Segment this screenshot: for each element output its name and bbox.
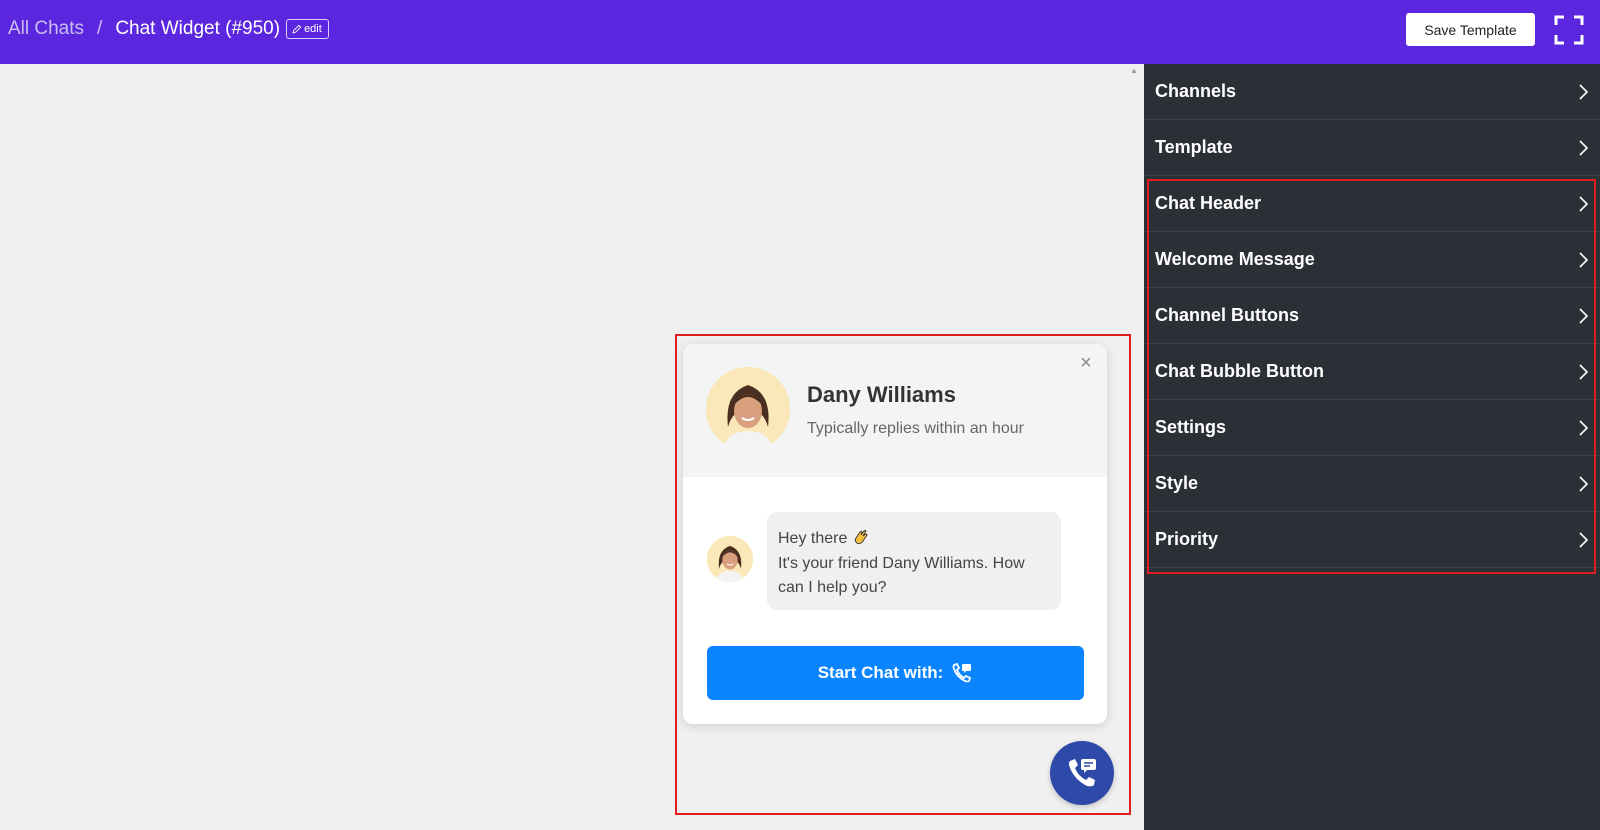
sidebar-item-label: Chat Header xyxy=(1155,193,1262,213)
waving-hand-icon xyxy=(854,530,868,545)
edit-title-button[interactable]: edit xyxy=(286,19,329,39)
chat-widget-preview: Dany Williams Typically replies within a… xyxy=(683,344,1107,724)
agent-avatar xyxy=(706,367,790,451)
welcome-message-text: It's your friend Dany Williams. How can … xyxy=(778,554,1025,597)
start-chat-button[interactable]: Start Chat with: xyxy=(707,646,1084,700)
chevron-right-icon xyxy=(1579,364,1589,380)
pencil-icon xyxy=(292,24,302,34)
welcome-message-greeting: Hey there xyxy=(778,530,848,547)
breadcrumb-all-chats[interactable]: All Chats xyxy=(8,18,84,40)
top-bar: All Chats / Chat Widget (#950) edit Save… xyxy=(0,0,1600,64)
chevron-right-icon xyxy=(1579,420,1589,436)
fullscreen-icon xyxy=(1554,15,1584,45)
page-title: Chat Widget (#950) xyxy=(115,18,281,39)
agent-status: Typically replies within an hour xyxy=(807,420,1024,437)
sidebar-item-settings[interactable]: Settings xyxy=(1144,400,1600,456)
phone-chat-icon xyxy=(952,662,972,683)
chevron-right-icon xyxy=(1579,308,1589,324)
chevron-right-icon xyxy=(1579,476,1589,492)
sidebar-item-label: Chat Bubble Button xyxy=(1155,361,1324,381)
chevron-right-icon xyxy=(1579,252,1589,268)
settings-sidebar: Channels Template Chat Header Welcome Me… xyxy=(1144,64,1600,830)
phone-chat-icon xyxy=(1069,759,1096,787)
fullscreen-button[interactable] xyxy=(1554,15,1584,45)
agent-name: Dany Williams xyxy=(807,382,956,407)
sidebar-item-welcome-message[interactable]: Welcome Message xyxy=(1144,232,1600,288)
chat-header: Dany Williams Typically replies within a… xyxy=(683,344,1107,477)
sidebar-item-label: Style xyxy=(1155,473,1199,493)
sidebar-item-chat-header[interactable]: Chat Header xyxy=(1144,176,1600,232)
sidebar-item-label: Channel Buttons xyxy=(1155,305,1299,325)
save-template-button[interactable]: Save Template xyxy=(1406,13,1535,46)
chat-bubble-button[interactable] xyxy=(1050,741,1114,805)
sidebar-item-label: Welcome Message xyxy=(1155,249,1315,269)
start-chat-label: Start Chat with: xyxy=(817,663,944,682)
close-icon[interactable]: × xyxy=(1077,353,1095,373)
breadcrumb: All Chats / Chat Widget (#950) edit xyxy=(8,0,329,58)
sidebar-item-label: Settings xyxy=(1155,417,1227,437)
welcome-message-bubble: Hey there It's your friend Dany Williams… xyxy=(767,512,1061,610)
chevron-right-icon xyxy=(1579,532,1589,548)
sidebar-item-style[interactable]: Style xyxy=(1144,456,1600,512)
sidebar-item-label: Template xyxy=(1155,137,1233,157)
scroll-up-arrow[interactable]: ▲ xyxy=(1129,66,1139,76)
sidebar-item-label: Priority xyxy=(1155,529,1219,549)
breadcrumb-separator: / xyxy=(97,18,103,39)
sidebar-item-priority[interactable]: Priority xyxy=(1144,512,1600,568)
sidebar-item-template[interactable]: Template xyxy=(1144,120,1600,176)
chevron-right-icon xyxy=(1579,196,1589,212)
edit-label: edit xyxy=(304,23,322,35)
sidebar-item-channel-buttons[interactable]: Channel Buttons xyxy=(1144,288,1600,344)
chevron-right-icon xyxy=(1579,84,1589,100)
sidebar-item-label: Channels xyxy=(1155,81,1237,101)
agent-avatar-small xyxy=(707,536,753,582)
sidebar-item-channels[interactable]: Channels xyxy=(1144,64,1600,120)
sidebar-item-chat-bubble-button[interactable]: Chat Bubble Button xyxy=(1144,344,1600,400)
chevron-right-icon xyxy=(1579,140,1589,156)
